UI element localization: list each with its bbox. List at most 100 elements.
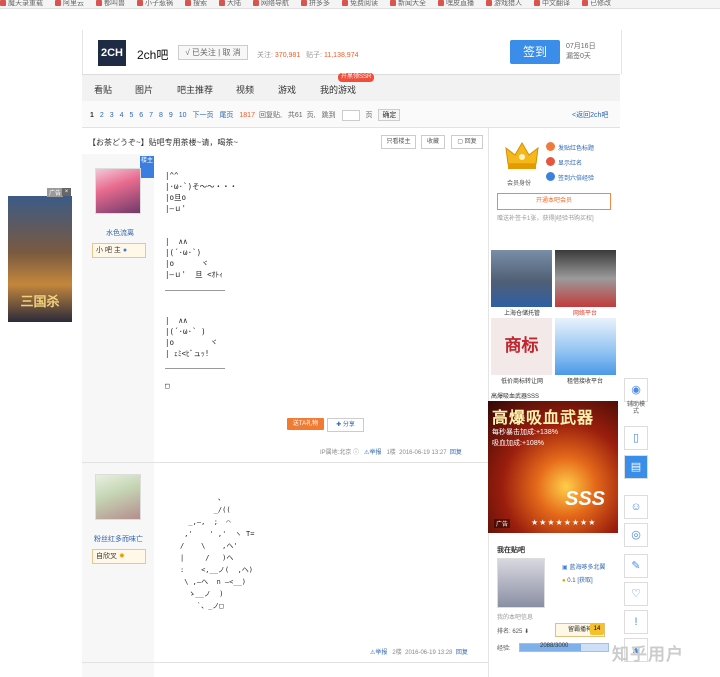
favorite-link[interactable]: 游戏猎人 xyxy=(486,0,522,8)
trademark-ad-image[interactable]: 商标 xyxy=(491,318,552,375)
privilege-item[interactable]: 发贴红色标题 xyxy=(558,143,594,152)
back-to-forum-link[interactable]: <返回2ch吧 xyxy=(572,110,608,120)
chat-icon[interactable]: ▤ xyxy=(624,455,648,479)
platform-ad-image[interactable] xyxy=(555,250,616,307)
privilege-item[interactable]: 签到六倍经验 xyxy=(558,173,594,182)
alert-icon[interactable]: ! xyxy=(624,610,648,634)
page-10[interactable]: 10 xyxy=(179,112,187,119)
ascii-art: 、 _/(( _,―, ; ⌒ ,' ' ,' ヽ T= / \ ,ヘ' | /… xyxy=(180,494,255,610)
tab-posts[interactable]: 看贴 xyxy=(94,83,112,96)
game-ad-line: 吸血加成:+108% xyxy=(492,440,544,447)
report-link[interactable]: ⚠举报 xyxy=(370,650,387,656)
ad-close-button[interactable]: × xyxy=(62,188,71,196)
favorite-link[interactable]: 已修改 xyxy=(582,0,611,8)
ad-caption[interactable]: 租借接收平台 xyxy=(552,376,618,385)
game-ad-line: 每秒暴击加成:+138% xyxy=(492,429,558,436)
page-5[interactable]: 5 xyxy=(129,112,133,119)
page-3[interactable]: 3 xyxy=(110,112,114,119)
page-6[interactable]: 6 xyxy=(139,112,143,119)
crown-icon xyxy=(505,142,539,169)
sms-platform-ad-image[interactable] xyxy=(555,318,616,375)
share-button[interactable]: ✚ 分享 xyxy=(327,418,364,432)
favicon-icon xyxy=(534,0,540,7)
privilege-item[interactable]: 显示红名 xyxy=(558,158,582,167)
favorite-link[interactable]: 网络导航 xyxy=(253,0,289,8)
tab-my-games[interactable]: 我的游戏 xyxy=(320,83,356,96)
assist-mode-icon[interactable]: ◉ xyxy=(624,378,648,402)
post-footer: IP属地:北京 ⓘ ⚠举报 1楼 2016-06-19 13:27 回复 xyxy=(320,447,462,456)
sss-badge: SSS xyxy=(565,488,606,510)
reply-button[interactable]: ▢ 回复 xyxy=(451,135,483,149)
game-icon[interactable]: ◎ xyxy=(624,523,648,547)
favorite-link[interactable]: 小子惹祸 xyxy=(137,0,173,8)
sign-date-text: 07月16日 xyxy=(566,43,596,50)
send-gift-button[interactable]: 送TA礼物 xyxy=(287,418,324,430)
favorite-link[interactable]: 中文翻译 xyxy=(534,0,570,8)
favorite-link[interactable]: 大陆 xyxy=(219,0,241,8)
forum-logo[interactable]: 2CH xyxy=(98,40,126,66)
phone-icon[interactable]: ▯ xyxy=(624,426,648,450)
collect-button[interactable]: 收藏 xyxy=(421,135,445,149)
only-op-button[interactable]: 只看楼主 xyxy=(381,135,416,149)
favorite-link[interactable]: 嘿皮直播 xyxy=(438,0,474,8)
author-name[interactable]: 粉丝红多而味亡 xyxy=(94,534,143,544)
page-2[interactable]: 2 xyxy=(100,112,104,119)
page-4[interactable]: 4 xyxy=(120,112,124,119)
signin-button[interactable]: 签到 xyxy=(510,40,560,64)
heart-icon[interactable]: ♡ xyxy=(624,582,648,606)
page-1[interactable]: 1 xyxy=(90,112,94,119)
reply-count-label: 回复贴, xyxy=(258,112,282,119)
page-8[interactable]: 8 xyxy=(159,112,163,119)
favorite-link[interactable]: 免费阅读 xyxy=(342,0,378,8)
membership-note[interactable]: 赠送补签卡1张，获得[经验书购买权] xyxy=(497,213,594,222)
ad-caption[interactable]: 低价商标转让网 xyxy=(489,376,555,385)
favorite-link[interactable]: 阿里云 xyxy=(55,0,84,8)
nav-badge: 开黑领SSR xyxy=(338,73,375,82)
edit-icon[interactable]: ✎ xyxy=(624,554,648,578)
red-title-icon xyxy=(546,142,555,151)
points-value: 0.1 xyxy=(567,578,576,584)
share-label: 分享 xyxy=(342,422,355,428)
user-rank: 排名: 625 ⬇ xyxy=(497,626,529,635)
favorite-link[interactable]: 魔天录重载 xyxy=(0,0,43,8)
robot-icon[interactable]: ☺ xyxy=(624,495,648,519)
game-ad-title[interactable]: 高爆吸血武器SSS xyxy=(491,391,539,400)
reply-link[interactable]: 回复 xyxy=(456,650,468,656)
follow-button[interactable]: √ 已关注 | 取 消 xyxy=(178,45,248,60)
user-name[interactable]: ▣ 蓝海哆多北翼 xyxy=(562,562,605,571)
ad-caption[interactable]: 上海仓储托管 xyxy=(489,308,555,317)
tab-images[interactable]: 图片 xyxy=(135,83,153,96)
user-avatar[interactable] xyxy=(497,558,545,608)
forum-name[interactable]: 2ch吧 xyxy=(137,46,168,63)
tab-recommend[interactable]: 吧主推荐 xyxy=(177,83,213,96)
favicon-icon xyxy=(55,0,61,7)
page-9[interactable]: 9 xyxy=(169,112,173,119)
favicon-icon xyxy=(219,0,225,7)
favorite-link[interactable]: 都叫兽 xyxy=(96,0,125,8)
exp-label: 经验: xyxy=(497,646,511,652)
jump-confirm-button[interactable]: 确定 xyxy=(378,109,401,121)
rank-value: 625 xyxy=(512,629,523,635)
avatar[interactable] xyxy=(95,474,141,520)
next-page-link[interactable]: 下一页 xyxy=(192,112,213,119)
tab-videos[interactable]: 视频 xyxy=(236,83,254,96)
avatar[interactable] xyxy=(95,168,141,214)
page-7[interactable]: 7 xyxy=(149,112,153,119)
get-points-link[interactable]: [获取] xyxy=(577,578,592,584)
reply-link[interactable]: 回复 xyxy=(450,450,462,456)
tab-games[interactable]: 游戏 xyxy=(278,83,296,96)
ad-caption[interactable]: 网络平台 xyxy=(552,308,618,317)
favicon-icon xyxy=(486,0,492,7)
report-link[interactable]: ⚠举报 xyxy=(364,450,381,456)
warehouse-ad-image[interactable] xyxy=(491,250,552,307)
author-name[interactable]: 水色流离 xyxy=(106,228,134,238)
star-rating: ★★★★★★★★ xyxy=(531,518,597,527)
favorite-link[interactable]: 搜索 xyxy=(185,0,207,8)
sign-date: 07月16日 漏签0天 xyxy=(566,42,596,62)
open-membership-button[interactable]: 开通本吧会员 xyxy=(497,193,611,210)
last-page-link[interactable]: 尾页 xyxy=(219,112,233,119)
floor-number: 2楼 xyxy=(392,650,402,656)
favorite-link[interactable]: 新闻大全 xyxy=(390,0,426,8)
favorite-link[interactable]: 拼多多 xyxy=(301,0,330,8)
jump-page-input[interactable] xyxy=(341,109,360,121)
